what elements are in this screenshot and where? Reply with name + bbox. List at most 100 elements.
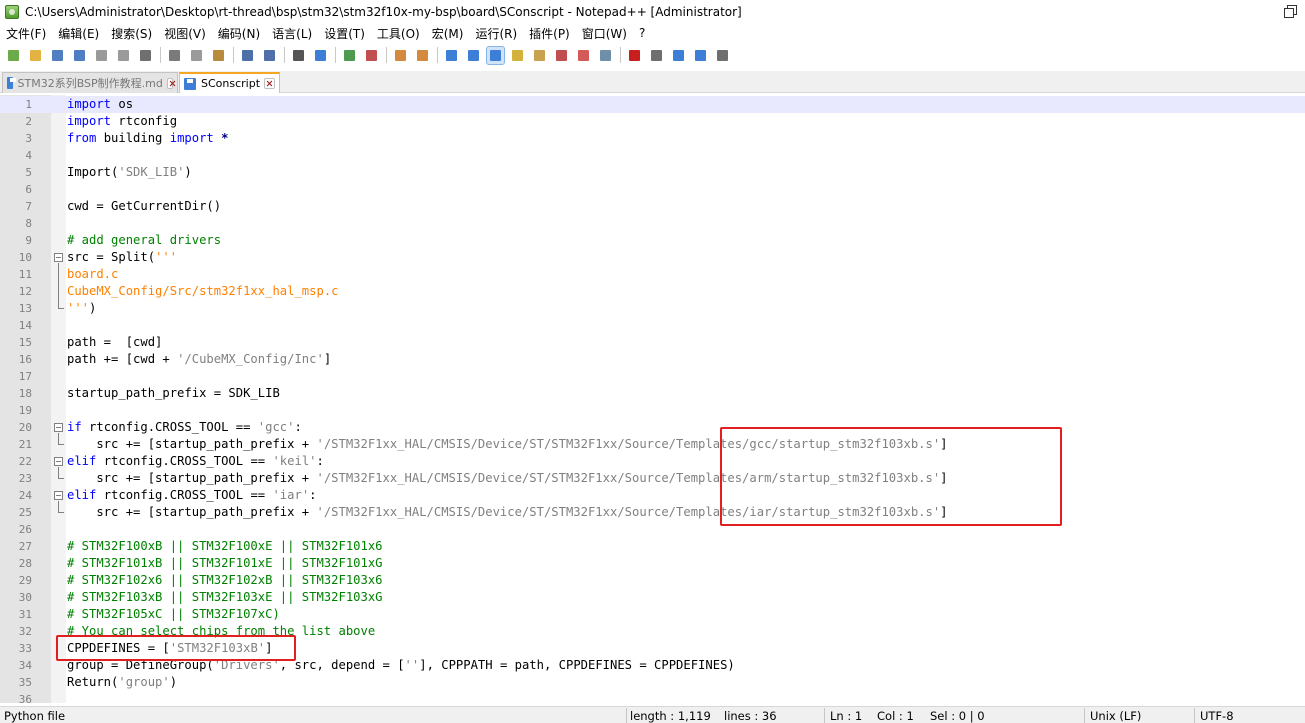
code-line[interactable]: 20 if rtconfig.CROSS_TOOL == 'gcc':	[0, 419, 1305, 436]
zoom-out-icon[interactable]	[363, 47, 380, 64]
code-line[interactable]: 16 path += [cwd + '/CubeMX_Config/Inc']	[0, 351, 1305, 368]
folder-workspace-icon[interactable]	[575, 47, 592, 64]
toolbar	[0, 43, 1305, 67]
code-line[interactable]: 17	[0, 368, 1305, 385]
show-all-chars-icon[interactable]	[465, 47, 482, 64]
code-editor[interactable]: 1 import os 2 import rtconfig 3 from building…	[0, 95, 1305, 703]
open-file-icon[interactable]	[27, 47, 44, 64]
undo-icon[interactable]	[239, 47, 256, 64]
code-line[interactable]: 1 import os	[0, 96, 1305, 113]
code-line[interactable]: 28 # STM32F101xB || STM32F101xE || STM32F…	[0, 555, 1305, 572]
tab-sconscript[interactable]: SConscript	[179, 72, 280, 93]
replace-icon[interactable]	[312, 47, 329, 64]
code-line[interactable]: 3 from building import *	[0, 130, 1305, 147]
menu-item-5[interactable]: 语言(L)	[266, 25, 318, 42]
show-all-chars-icon-glyph	[468, 49, 479, 61]
indent-guide-icon[interactable]	[486, 45, 505, 65]
status-line-number: Ln : 1	[830, 709, 863, 723]
menu-item-3[interactable]: 视图(V)	[158, 25, 212, 42]
close-all-icon[interactable]	[115, 47, 132, 64]
code-line[interactable]: 11 board.c	[0, 266, 1305, 283]
status-lines: lines : 36	[724, 709, 777, 723]
tab-close-icon[interactable]	[166, 77, 173, 89]
line-number: 25	[18, 506, 32, 519]
monitoring-icon[interactable]	[597, 47, 614, 64]
doc-map-icon[interactable]	[531, 47, 548, 64]
line-number: 9	[25, 234, 32, 247]
sync-horizontal-icon[interactable]	[414, 47, 431, 64]
fold-toggle-icon[interactable]	[54, 491, 63, 500]
code-line[interactable]: 4	[0, 147, 1305, 164]
menu-item-12[interactable]: ?	[633, 26, 651, 40]
function-list-icon[interactable]	[553, 47, 570, 64]
run-macro-multiple-icon[interactable]	[692, 47, 709, 64]
code-line[interactable]: 21 src += [startup_path_prefix + '/STM32…	[0, 436, 1305, 453]
code-line[interactable]: 14	[0, 317, 1305, 334]
code-line[interactable]: 22 elif rtconfig.CROSS_TOOL == 'keil':	[0, 453, 1305, 470]
code-line[interactable]: 2 import rtconfig	[0, 113, 1305, 130]
code-line[interactable]: 29 # STM32F102x6 || STM32F102xB || STM32F…	[0, 572, 1305, 589]
new-file-icon[interactable]	[5, 47, 22, 64]
cut-icon[interactable]	[166, 47, 183, 64]
fold-toggle-icon[interactable]	[54, 457, 63, 466]
record-macro-icon[interactable]	[626, 47, 643, 64]
code-line[interactable]: 23 src += [startup_path_prefix + '/STM32…	[0, 470, 1305, 487]
tab-close-icon[interactable]	[264, 78, 275, 89]
paste-icon[interactable]	[210, 47, 227, 64]
code-line[interactable]: 35 Return('group')	[0, 674, 1305, 691]
code-line[interactable]: 12 CubeMX_Config/Src/stm32f1xx_hal_msp.c	[0, 283, 1305, 300]
tab-stm32-bsp-tutorial[interactable]: STM32系列BSP制作教程.md	[2, 72, 178, 93]
code-line[interactable]: 30 # STM32F103xB || STM32F103xE || STM32F…	[0, 589, 1305, 606]
code-line[interactable]: 25 src += [startup_path_prefix + '/STM32…	[0, 504, 1305, 521]
redo-icon[interactable]	[261, 47, 278, 64]
code-line[interactable]: 15 path = [cwd]	[0, 334, 1305, 351]
code-line[interactable]: 19	[0, 402, 1305, 419]
code-text: # STM32F100xB || STM32F100xE || STM32F10…	[67, 539, 383, 553]
fold-toggle-icon[interactable]	[54, 423, 63, 432]
code-line[interactable]: 24 elif rtconfig.CROSS_TOOL == 'iar':	[0, 487, 1305, 504]
status-encoding[interactable]: UTF-8	[1200, 709, 1234, 723]
save-all-icon-glyph	[74, 49, 85, 61]
word-wrap-icon[interactable]	[443, 47, 460, 64]
menu-item-2[interactable]: 搜索(S)	[105, 25, 158, 42]
play-macro-icon[interactable]	[670, 47, 687, 64]
language-icon[interactable]	[509, 47, 526, 64]
code-line[interactable]: 10 src = Split('''	[0, 249, 1305, 266]
saved-file-icon	[7, 77, 16, 89]
code-text: if rtconfig.CROSS_TOOL == 'gcc':	[67, 420, 302, 434]
print-icon[interactable]	[137, 47, 154, 64]
menu-item-7[interactable]: 工具(O)	[371, 25, 426, 42]
stop-record-icon[interactable]	[648, 47, 665, 64]
menu-item-11[interactable]: 窗口(W)	[576, 25, 633, 42]
close-icon[interactable]	[93, 47, 110, 64]
fold-toggle-icon[interactable]	[54, 253, 63, 262]
save-all-icon[interactable]	[71, 47, 88, 64]
save-icon[interactable]	[49, 47, 66, 64]
menu-item-1[interactable]: 编辑(E)	[52, 25, 105, 42]
code-line[interactable]: 5 Import('SDK_LIB')	[0, 164, 1305, 181]
code-line[interactable]: 13 ''')	[0, 300, 1305, 317]
menu-item-10[interactable]: 插件(P)	[523, 25, 576, 42]
code-line[interactable]: 27 # STM32F100xB || STM32F100xE || STM32F…	[0, 538, 1305, 555]
status-eol[interactable]: Unix (LF)	[1090, 709, 1141, 723]
code-line[interactable]: 31 # STM32F105xC || STM32F107xC)	[0, 606, 1305, 623]
code-line[interactable]: 6	[0, 181, 1305, 198]
menu-item-4[interactable]: 编码(N)	[212, 25, 266, 42]
code-line[interactable]: 9 # add general drivers	[0, 232, 1305, 249]
code-line[interactable]: 36	[0, 691, 1305, 703]
restore-window-icon[interactable]	[1283, 4, 1297, 18]
menu-item-6[interactable]: 设置(T)	[318, 25, 371, 42]
copy-icon[interactable]	[188, 47, 205, 64]
find-icon[interactable]	[290, 47, 307, 64]
menu-item-9[interactable]: 运行(R)	[469, 25, 523, 42]
zoom-in-icon[interactable]	[341, 47, 358, 64]
code-text: path += [cwd + '/CubeMX_Config/Inc']	[67, 352, 332, 366]
code-line[interactable]: 8	[0, 215, 1305, 232]
code-line[interactable]: 18 startup_path_prefix = SDK_LIB	[0, 385, 1305, 402]
menu-item-0[interactable]: 文件(F)	[0, 25, 52, 42]
code-line[interactable]: 7 cwd = GetCurrentDir()	[0, 198, 1305, 215]
code-line[interactable]: 26	[0, 521, 1305, 538]
sync-vertical-icon[interactable]	[392, 47, 409, 64]
save-macro-icon[interactable]	[714, 47, 731, 64]
menu-item-8[interactable]: 宏(M)	[426, 25, 470, 42]
